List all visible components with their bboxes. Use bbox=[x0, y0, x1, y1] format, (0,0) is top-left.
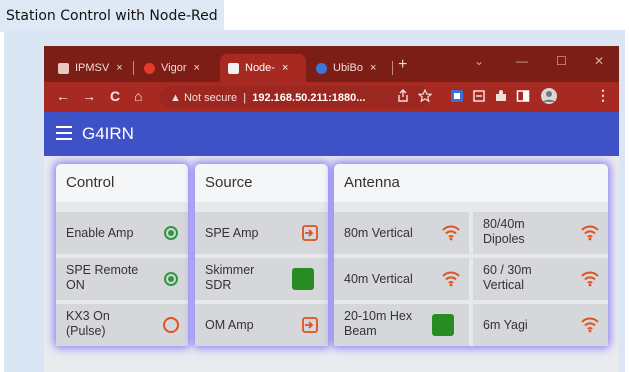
control-label: SPE Remote ON bbox=[66, 263, 139, 292]
browser-window: IPMSV × Vigor × Node- × UbiBo × + ⌄ — ☐ … bbox=[44, 46, 619, 372]
antenna-label: 80/40m Dipoles bbox=[483, 217, 525, 246]
green-square-indicator[interactable] bbox=[292, 268, 314, 290]
wifi-icon[interactable] bbox=[581, 317, 599, 333]
wifi-icon[interactable] bbox=[581, 225, 599, 241]
source-om-amp[interactable]: OM Amp bbox=[195, 304, 328, 346]
tab-label: IPMSV bbox=[75, 62, 110, 74]
maximize-button[interactable]: ☐ bbox=[556, 54, 567, 68]
reading-list-icon[interactable] bbox=[472, 89, 486, 103]
home-button[interactable]: ⌂ bbox=[134, 88, 142, 104]
antenna-label: 60 / 30m Vertical bbox=[483, 263, 532, 292]
tab-strip: IPMSV × Vigor × Node- × UbiBo × + ⌄ — ☐ … bbox=[44, 46, 619, 82]
antenna-label: 40m Vertical bbox=[344, 272, 413, 286]
tab-close-icon[interactable]: × bbox=[282, 62, 288, 74]
address-toolbar: ← → C ⌂ ▲ Not secure | 192.168.50.211:18… bbox=[44, 82, 619, 112]
input-icon[interactable] bbox=[301, 316, 319, 334]
tab-close-icon[interactable]: × bbox=[370, 62, 376, 74]
tab-separator bbox=[392, 61, 393, 75]
radio-off-icon[interactable] bbox=[163, 317, 179, 333]
source-label: SPE Amp bbox=[205, 226, 259, 240]
tab-close-icon[interactable]: × bbox=[193, 62, 199, 74]
warning-icon[interactable]: ▲ bbox=[170, 92, 181, 104]
ubibot-logo-icon bbox=[316, 62, 327, 74]
tab-ipmsv[interactable]: IPMSV × bbox=[50, 54, 130, 82]
reload-button[interactable]: C bbox=[110, 88, 120, 104]
tab-node-red[interactable]: Node- × bbox=[220, 54, 306, 82]
tab-separator bbox=[133, 61, 134, 75]
caption: Station Control with Node-Red bbox=[0, 0, 224, 32]
vigor-logo-icon bbox=[144, 62, 155, 74]
antenna-40m-vertical[interactable]: 40m Vertical bbox=[334, 258, 469, 300]
antenna-60-30m-vertical[interactable]: 60 / 30m Vertical bbox=[473, 258, 608, 300]
control-label: KX3 On (Pulse) bbox=[66, 309, 110, 338]
group-title: Source bbox=[205, 174, 253, 191]
address-text[interactable]: ▲ Not secure | 192.168.50.211:1880... bbox=[170, 92, 365, 104]
extensions-puzzle-icon[interactable] bbox=[494, 89, 508, 103]
wifi-icon[interactable] bbox=[581, 271, 599, 287]
document-icon bbox=[58, 62, 69, 74]
tab-close-icon[interactable]: × bbox=[116, 62, 122, 74]
tab-label: Node- bbox=[245, 62, 275, 74]
control-enable-amp[interactable]: Enable Amp bbox=[56, 212, 188, 254]
source-label: Skimmer SDR bbox=[205, 263, 255, 292]
group-title: Control bbox=[66, 174, 115, 191]
radio-on-icon[interactable] bbox=[164, 272, 178, 286]
menu-hamburger-icon[interactable] bbox=[56, 126, 72, 144]
tab-ubibot[interactable]: UbiBo × bbox=[308, 54, 390, 82]
app-header: G4IRN bbox=[44, 112, 619, 156]
browser-menu-icon[interactable]: ⋮ bbox=[596, 87, 610, 104]
url-text: 192.168.50.211:1880... bbox=[252, 92, 366, 104]
group-header: Antenna bbox=[334, 164, 608, 202]
radio-on-icon[interactable] bbox=[164, 226, 178, 240]
close-window-button[interactable]: ✕ bbox=[594, 54, 604, 68]
profile-avatar[interactable] bbox=[540, 87, 558, 105]
new-tab-button[interactable]: + bbox=[398, 56, 407, 74]
caption-text: Station Control with Node-Red bbox=[6, 8, 218, 24]
group-title: Antenna bbox=[344, 174, 400, 191]
control-group: Control Enable Amp SPE Remote ON KX3 On … bbox=[56, 164, 188, 346]
node-red-logo-icon bbox=[228, 62, 239, 74]
forward-button[interactable]: → bbox=[82, 88, 96, 104]
share-icon[interactable] bbox=[396, 89, 410, 103]
antenna-label: 6m Yagi bbox=[483, 318, 528, 332]
security-label: Not secure bbox=[183, 92, 238, 104]
control-spe-remote-on[interactable]: SPE Remote ON bbox=[56, 258, 188, 300]
control-label: Enable Amp bbox=[66, 226, 134, 240]
antenna-label: 80m Vertical bbox=[344, 226, 413, 240]
bookmark-star-icon[interactable] bbox=[418, 89, 432, 103]
extension-blue-icon[interactable] bbox=[450, 89, 464, 103]
antenna-label: 20-10m Hex Beam bbox=[344, 309, 413, 338]
source-skimmer-sdr[interactable]: Skimmer SDR bbox=[195, 258, 328, 300]
group-header: Source bbox=[195, 164, 328, 202]
input-icon[interactable] bbox=[301, 224, 319, 242]
green-square-indicator[interactable] bbox=[432, 314, 454, 336]
antenna-80-40m-dipoles[interactable]: 80/40m Dipoles bbox=[473, 212, 608, 254]
antenna-group: Antenna 80m Vertical 80/40m Dipoles 40m … bbox=[334, 164, 608, 346]
antenna-20-10m-hex-beam[interactable]: 20-10m Hex Beam bbox=[334, 304, 469, 346]
tab-label: Vigor bbox=[161, 62, 187, 74]
control-kx3-on[interactable]: KX3 On (Pulse) bbox=[56, 304, 188, 346]
antenna-6m-yagi[interactable]: 6m Yagi bbox=[473, 304, 608, 346]
minimize-button[interactable]: — bbox=[516, 54, 528, 68]
antenna-80m-vertical[interactable]: 80m Vertical bbox=[334, 212, 469, 254]
back-button[interactable]: ← bbox=[56, 88, 70, 104]
tab-search-icon[interactable]: ⌄ bbox=[474, 54, 484, 68]
tab-vigor[interactable]: Vigor × bbox=[136, 54, 216, 82]
tab-label: UbiBo bbox=[333, 62, 363, 74]
side-panel-icon[interactable] bbox=[516, 89, 530, 103]
wifi-icon[interactable] bbox=[442, 271, 460, 287]
wifi-icon[interactable] bbox=[442, 225, 460, 241]
source-label: OM Amp bbox=[205, 318, 254, 332]
source-spe-amp[interactable]: SPE Amp bbox=[195, 212, 328, 254]
group-header: Control bbox=[56, 164, 188, 202]
source-group: Source SPE Amp Skimmer SDR OM Amp bbox=[195, 164, 328, 346]
app-title: G4IRN bbox=[82, 124, 134, 143]
